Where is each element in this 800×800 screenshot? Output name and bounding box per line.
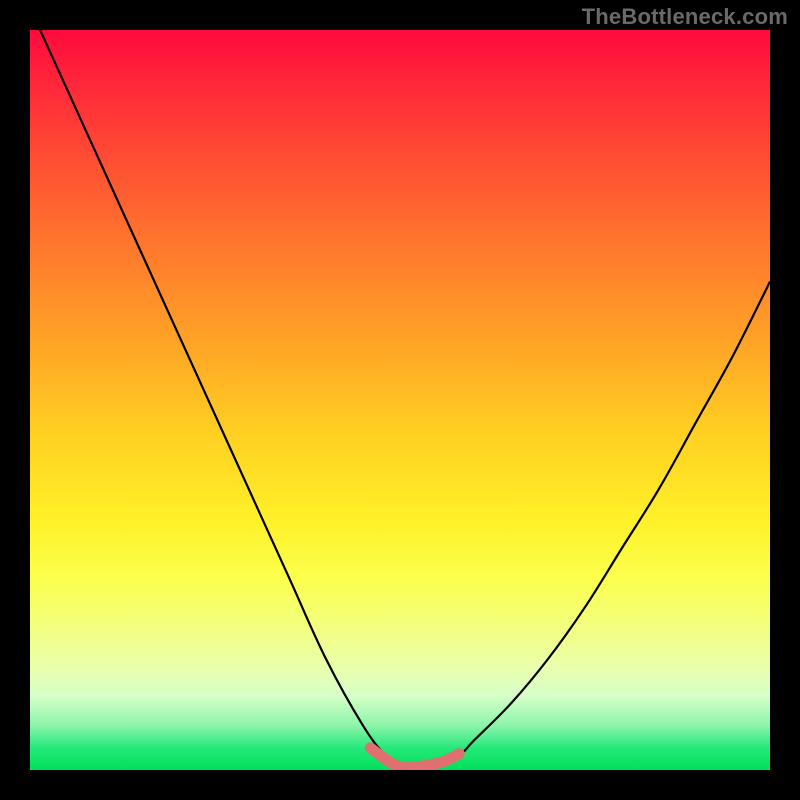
bottleneck-curve-path xyxy=(30,30,770,767)
chart-frame: TheBottleneck.com xyxy=(0,0,800,800)
optimal-zone-path xyxy=(370,748,459,768)
watermark-label: TheBottleneck.com xyxy=(582,4,788,30)
plot-area xyxy=(30,30,770,770)
curve-svg xyxy=(30,30,770,770)
